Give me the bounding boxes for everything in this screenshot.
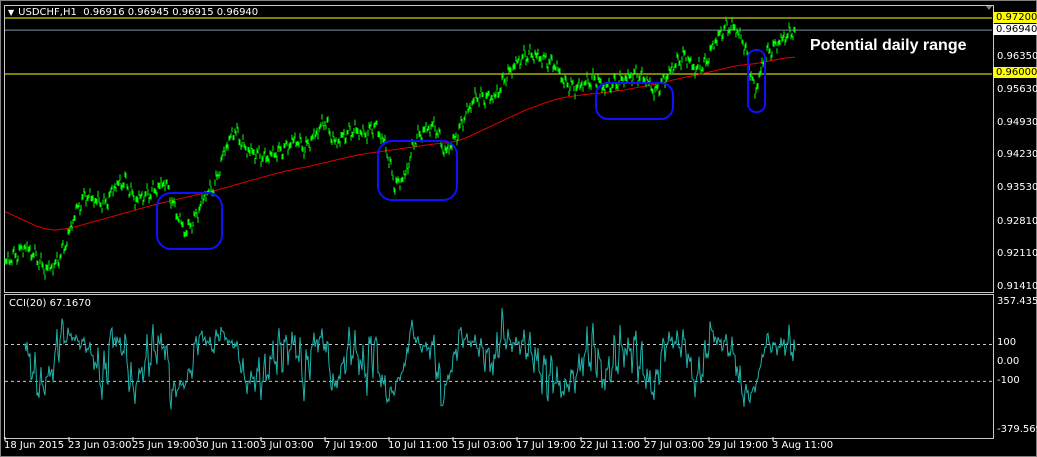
cci-axis-tick: 100 (997, 337, 1017, 348)
time-axis-tick: 18 Jun 2015 (4, 440, 65, 451)
chart-canvas (4, 6, 992, 441)
time-axis-tick: 3 Aug 11:00 (772, 440, 834, 451)
shift-marker-icon (986, 6, 992, 10)
time-axis-tick: 17 Jul 19:00 (516, 440, 576, 451)
time-axis-tick: 27 Jul 03:00 (644, 440, 704, 451)
ohlc-values: 0.96916 0.96945 0.96915 0.96940 (83, 7, 259, 18)
price-axis-tick: 0.94930 (997, 116, 1037, 128)
time-axis-tick: 25 Jun 19:00 (132, 440, 196, 451)
cci-axis-tick: -379.5695 (997, 424, 1037, 435)
level-label-upper: 0.97200 (993, 12, 1037, 23)
cci-line (23, 308, 796, 410)
cci-axis-tick: -100 (997, 375, 1020, 386)
price-axis-tick: 0.94230 (997, 149, 1037, 161)
bid-price-label: 0.96940 (993, 24, 1037, 35)
time-axis-tick: 15 Jul 03:00 (452, 440, 512, 451)
level-label-lower: 0.96000 (993, 67, 1037, 78)
cci-axis-tick: 0.00 (997, 356, 1020, 367)
time-axis-tick: 23 Jun 03:00 (68, 440, 132, 451)
price-axis-tick: 0.93530 (997, 182, 1037, 194)
price-axis-tick: 0.92110 (997, 248, 1037, 260)
chart-header: ▼ USDCHF,H1 0.96916 0.96945 0.96915 0.969… (8, 7, 258, 18)
price-axis-tick: 0.92810 (997, 215, 1037, 227)
price-axis-tick: 0.91410 (997, 280, 1037, 292)
cci-title: CCI(20) 67.1670 (9, 298, 91, 309)
moving-average-line (4, 56, 796, 231)
cci-axis-tick: 357.4353 (997, 296, 1037, 307)
time-axis-tick: 30 Jun 11:00 (196, 440, 260, 451)
time-axis-tick: 22 Jul 11:00 (580, 440, 640, 451)
time-axis-tick: 7 Jul 19:00 (324, 440, 378, 451)
time-axis-tick: 3 Jul 03:00 (260, 440, 314, 451)
annotation-label: Potential daily range (810, 37, 967, 54)
price-bars (4, 16, 796, 280)
time-axis-tick: 10 Jul 11:00 (388, 440, 448, 451)
symbol-label: USDCHF,H1 (18, 7, 77, 18)
price-axis-tick: 0.95630 (997, 84, 1037, 96)
price-axis-tick: 0.96350 (997, 50, 1037, 62)
time-axis-tick: 29 Jul 19:00 (708, 440, 768, 451)
dropdown-triangle-icon[interactable]: ▼ (8, 8, 14, 17)
